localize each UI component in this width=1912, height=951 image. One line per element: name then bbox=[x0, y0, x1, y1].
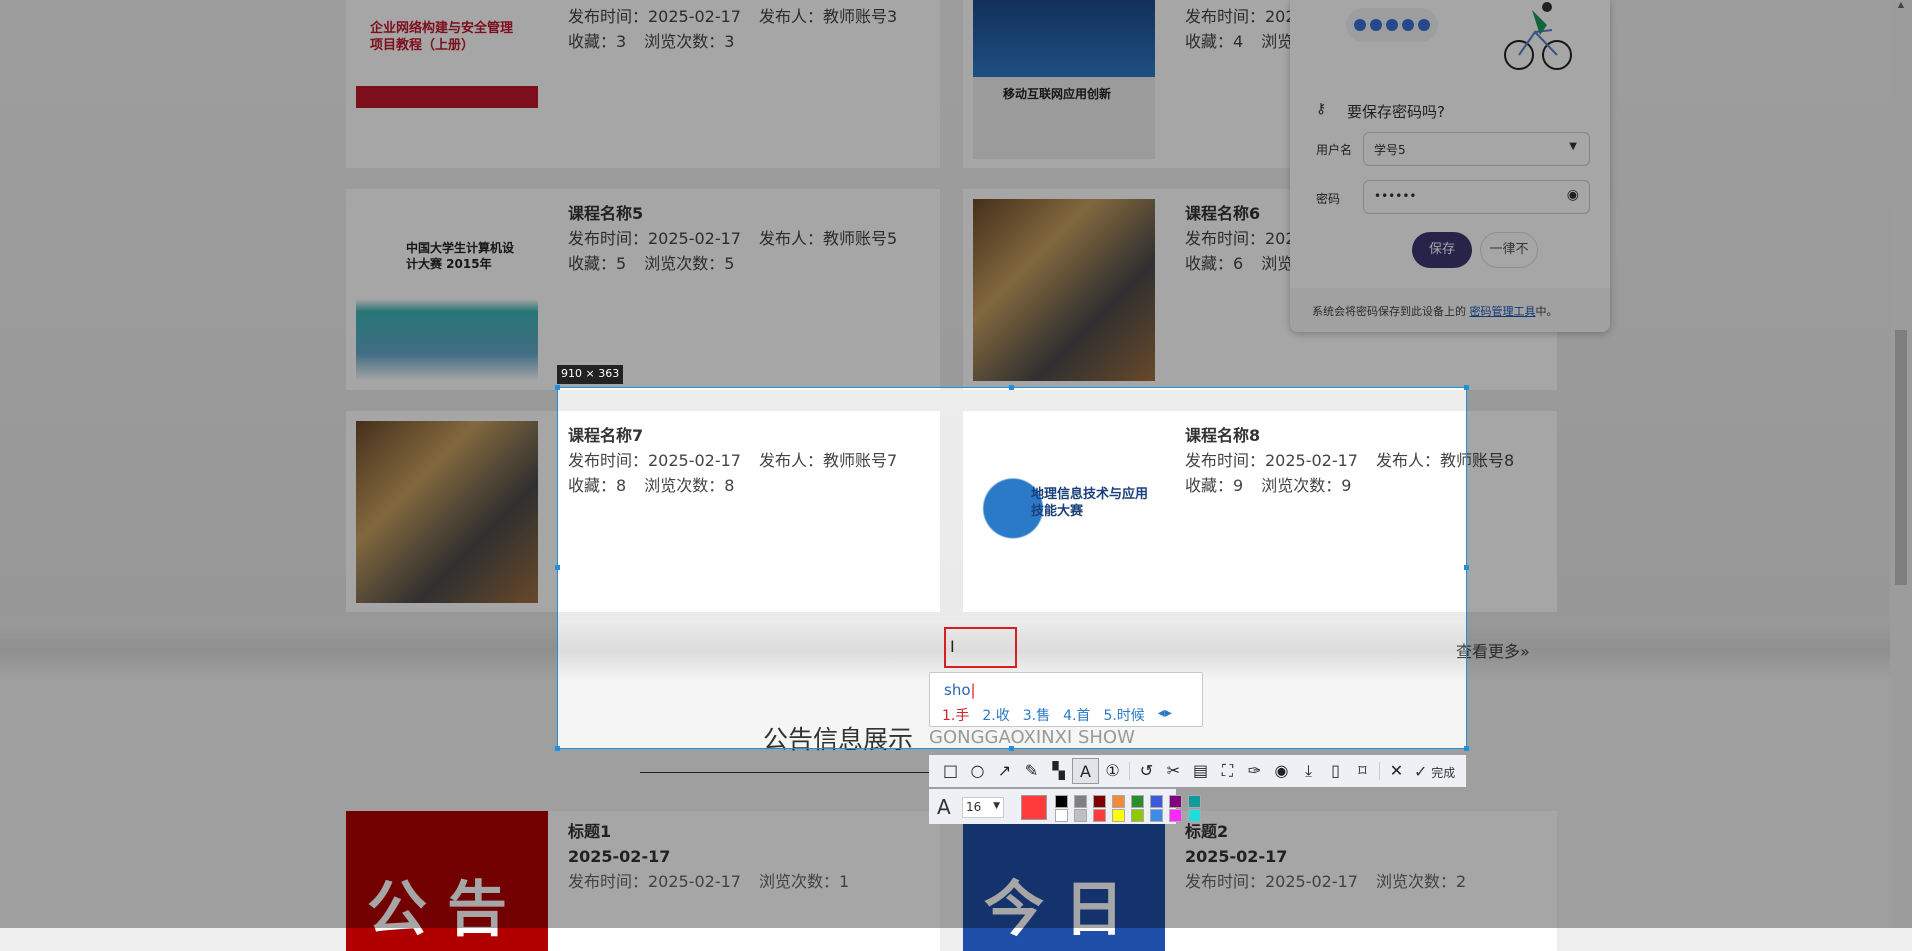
mosaic-icon[interactable]: ▚ bbox=[1045, 758, 1072, 784]
text-cursor-icon: I bbox=[950, 637, 955, 656]
resize-handle[interactable] bbox=[1464, 565, 1469, 570]
ellipse-icon[interactable]: ○ bbox=[964, 758, 991, 784]
color-swatch[interactable] bbox=[1055, 809, 1068, 822]
color-swatch[interactable] bbox=[1188, 809, 1201, 822]
dim-overlay bbox=[0, 387, 557, 749]
color-swatch[interactable] bbox=[1112, 809, 1125, 822]
dim-overlay bbox=[1467, 387, 1912, 749]
color-swatch[interactable] bbox=[1074, 795, 1087, 808]
ime-input: sho| bbox=[944, 681, 976, 699]
text-icon[interactable]: A bbox=[1072, 758, 1099, 784]
color-swatch[interactable] bbox=[1131, 809, 1144, 822]
pin-icon[interactable]: ✑ bbox=[1241, 758, 1268, 784]
chevron-down-icon: ▼ bbox=[993, 801, 1000, 811]
ocr-icon[interactable]: ▤ bbox=[1187, 758, 1214, 784]
ime-candidate[interactable]: 1.手 bbox=[942, 705, 969, 725]
selection-size-label: 910 × 363 bbox=[557, 365, 624, 384]
resize-handle[interactable] bbox=[555, 746, 560, 751]
dim-overlay bbox=[0, 0, 1912, 387]
close-icon[interactable]: ✕ bbox=[1383, 758, 1410, 784]
ime-candidate[interactable]: 4.首 bbox=[1063, 705, 1090, 725]
resize-handle[interactable] bbox=[555, 565, 560, 570]
text-annotation-box[interactable]: I bbox=[944, 627, 1017, 668]
ime-candidate[interactable]: 2.收 bbox=[982, 705, 1009, 725]
download-icon[interactable]: ⤓ bbox=[1295, 758, 1322, 784]
resize-handle[interactable] bbox=[555, 385, 560, 390]
screenshot-toolbar: □ ○ ↗ ✎ ▚ A ① ↺ ✂ ▤ ⛶ ✑ ◉ ⤓ ▯ ⌑ ✕ ✓ 完成 bbox=[929, 755, 1466, 787]
scissors-icon[interactable]: ✂ bbox=[1160, 758, 1187, 784]
color-swatch[interactable] bbox=[1169, 809, 1182, 822]
ime-page-arrows-icon[interactable]: ◂▸ bbox=[1158, 705, 1172, 725]
ime-candidate[interactable]: 3.售 bbox=[1023, 705, 1050, 725]
record-icon[interactable]: ◉ bbox=[1268, 758, 1295, 784]
ime-candidate[interactable]: 5.时候 bbox=[1103, 705, 1144, 725]
selected-color[interactable] bbox=[1021, 795, 1047, 820]
color-swatch[interactable] bbox=[1150, 809, 1163, 822]
bookmark-icon[interactable]: ⌑ bbox=[1349, 758, 1376, 784]
toolbar-divider bbox=[1379, 762, 1380, 780]
rectangle-icon[interactable]: □ bbox=[937, 758, 964, 784]
color-swatch[interactable] bbox=[1093, 795, 1106, 808]
check-icon: ✓ bbox=[1414, 761, 1428, 781]
resize-handle[interactable] bbox=[1009, 385, 1014, 390]
color-swatch[interactable] bbox=[1112, 795, 1125, 808]
scan-icon[interactable]: ⛶ bbox=[1214, 758, 1241, 784]
color-swatch[interactable] bbox=[1074, 809, 1087, 822]
color-swatch[interactable] bbox=[1169, 795, 1182, 808]
resize-handle[interactable] bbox=[1009, 746, 1014, 751]
font-size-select[interactable]: 16 ▼ bbox=[962, 797, 1004, 818]
color-swatch[interactable] bbox=[1150, 795, 1163, 808]
color-swatch[interactable] bbox=[1055, 795, 1068, 808]
color-swatch[interactable] bbox=[1131, 795, 1144, 808]
color-swatch[interactable] bbox=[1188, 795, 1201, 808]
undo-icon[interactable]: ↺ bbox=[1133, 758, 1160, 784]
resize-handle[interactable] bbox=[1464, 746, 1469, 751]
number-icon[interactable]: ① bbox=[1099, 758, 1126, 784]
phone-icon[interactable]: ▯ bbox=[1322, 758, 1349, 784]
font-icon: A bbox=[937, 795, 951, 819]
done-button[interactable]: ✓ 完成 bbox=[1414, 762, 1455, 781]
color-swatch[interactable] bbox=[1093, 809, 1106, 822]
arrow-icon[interactable]: ↗ bbox=[991, 758, 1018, 784]
pencil-icon[interactable]: ✎ bbox=[1018, 758, 1045, 784]
text-style-bar: A 16 ▼ bbox=[929, 789, 1201, 824]
ime-candidate-window: sho| 1.手 2.收 3.售 4.首 5.时候 ◂▸ bbox=[929, 672, 1203, 727]
resize-handle[interactable] bbox=[1464, 385, 1469, 390]
toolbar-divider bbox=[1129, 762, 1130, 780]
